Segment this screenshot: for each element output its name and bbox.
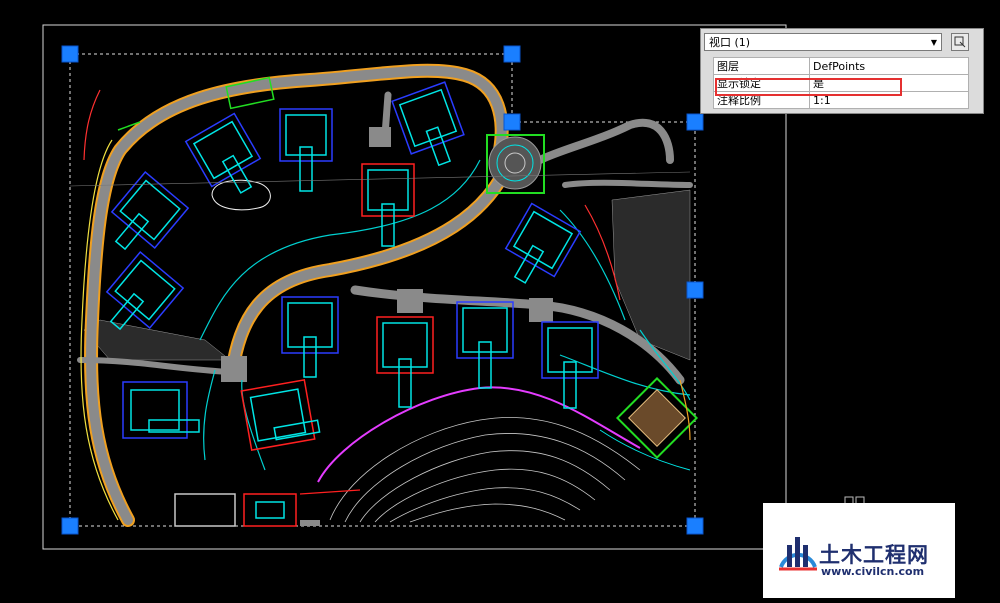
highlight-box (715, 78, 902, 96)
quick-select-icon[interactable] (951, 33, 969, 51)
watermark-logo: 土木工程网 www.civilcn.com (763, 503, 955, 598)
property-key: 图层 (713, 57, 810, 75)
grip-bottom-left[interactable] (61, 517, 79, 535)
object-type-label: 视口 (1) (709, 36, 751, 49)
grip-inner-corner[interactable] (503, 113, 521, 131)
properties-palette: 视口 (1) ▼ 图层 DefPoints 显示锁定 是 注释比例 1:1 (700, 28, 984, 114)
grip-top-mid[interactable] (503, 45, 521, 63)
grip-mid-right[interactable] (686, 281, 704, 299)
grip-bottom-right[interactable] (686, 517, 704, 535)
grip-top-left[interactable] (61, 45, 79, 63)
logo-emblem-icon (779, 537, 817, 571)
property-row-layer[interactable]: 图层 DefPoints (713, 57, 969, 75)
property-value[interactable]: DefPoints (809, 57, 969, 75)
grip-top-right[interactable] (686, 113, 704, 131)
object-type-dropdown[interactable]: 视口 (1) ▼ (704, 33, 942, 51)
dropdown-arrow-icon: ▼ (930, 37, 937, 47)
brand-url: www.civilcn.com (821, 565, 925, 578)
